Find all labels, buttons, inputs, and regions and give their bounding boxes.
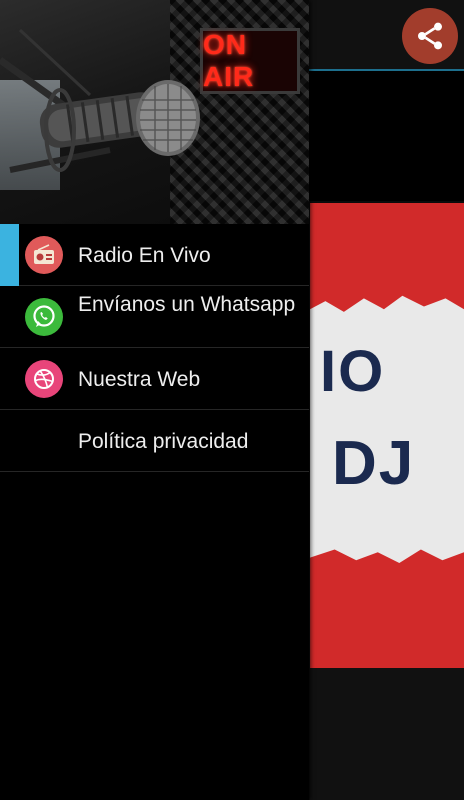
radio-icon [25, 236, 63, 274]
menu-item-label: Nuestra Web [78, 368, 201, 391]
navigation-drawer: ON AIR Radio En Vivo Envíanos un Whatsap… [0, 0, 309, 800]
station-logo: IO DJ [310, 203, 464, 668]
drawer-menu: Radio En Vivo Envíanos un Whatsapp Nuest… [0, 224, 309, 472]
menu-item-politica-privacidad[interactable]: Política privacidad [0, 410, 309, 472]
logo-text-line1: IO [320, 339, 386, 404]
whatsapp-icon [25, 298, 63, 336]
menu-item-whatsapp[interactable]: Envíanos un Whatsapp [0, 286, 309, 348]
logo-text-line2: DJ [332, 429, 416, 498]
drawer-header-image: ON AIR [0, 0, 309, 224]
share-button[interactable] [402, 8, 458, 64]
menu-item-radio-en-vivo[interactable]: Radio En Vivo [0, 224, 309, 286]
menu-item-nuestra-web[interactable]: Nuestra Web [0, 348, 309, 410]
menu-item-label: Radio En Vivo [78, 244, 211, 267]
dribbble-icon [25, 360, 63, 398]
content-bottom [310, 668, 464, 800]
menu-item-label: Política privacidad [78, 430, 249, 453]
menu-item-label: Envíanos un Whatsapp [78, 293, 296, 316]
share-icon [418, 22, 442, 50]
microphone-icon [0, 28, 200, 173]
